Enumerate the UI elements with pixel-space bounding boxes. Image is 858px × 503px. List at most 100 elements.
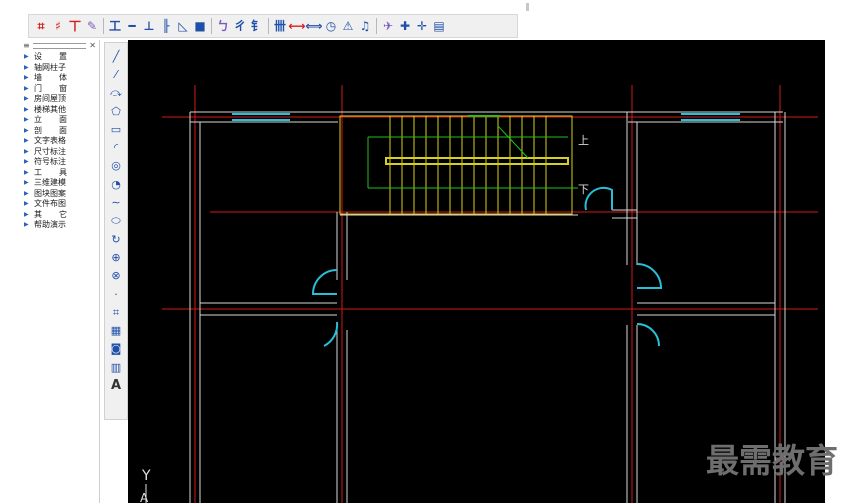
polyline-icon[interactable]: ⁄ bbox=[107, 65, 125, 83]
elevation-icon[interactable]: ㄅ bbox=[215, 17, 231, 35]
sidebar-item[interactable]: ▶ 图块图案 bbox=[20, 189, 99, 200]
sidebar-item[interactable]: ▶ 楼梯其他 bbox=[20, 105, 99, 116]
stair-icon[interactable]: ◺ bbox=[175, 17, 191, 35]
line-wall-icon[interactable]: ━ bbox=[124, 17, 140, 35]
close-icon[interactable]: ✕ bbox=[89, 42, 96, 50]
dim-icon[interactable]: 卌 bbox=[272, 17, 288, 35]
sidebar-item[interactable]: ▶ 文件布图 bbox=[20, 199, 99, 210]
sidebar-item[interactable]: ▶ 房间屋顶 bbox=[20, 94, 99, 105]
sidebar-item[interactable]: ▶ 三维建模 bbox=[20, 178, 99, 189]
drawing-canvas[interactable]: 上下 YA bbox=[128, 40, 825, 503]
dim-angle-icon[interactable]: ◷ bbox=[323, 17, 339, 35]
cloud-icon[interactable]: ◔ bbox=[107, 175, 125, 193]
make-block-icon[interactable]: ⊗ bbox=[107, 267, 125, 285]
rectangle-icon[interactable]: ▭ bbox=[107, 120, 125, 138]
sidebar-item[interactable]: ▶ 剖面 bbox=[20, 126, 99, 137]
sidebar-item-label: 工具 bbox=[34, 167, 84, 177]
sidebar-item[interactable]: ▶ 符号标注 bbox=[20, 157, 99, 168]
add-icon[interactable]: ✚ bbox=[397, 17, 413, 35]
sidebar-item[interactable]: ▶ 门窗 bbox=[20, 84, 99, 95]
sidebar-item-label: 剖面 bbox=[34, 125, 84, 135]
edit-icon[interactable]: ✎ bbox=[84, 17, 100, 35]
sidebar-item[interactable]: ▶ 工具 bbox=[20, 168, 99, 179]
block-icon[interactable]: ■ bbox=[192, 17, 208, 35]
door-swing bbox=[636, 323, 660, 347]
column-icon[interactable]: 丅 bbox=[67, 17, 83, 35]
side-menu: ▶ 设置 ▶ 轴网柱子 ▶ 墙体 ▶ 门窗 ▶ 房间屋顶 ▶ 楼梯其他 ▶ 立面 ▶ 剖面 ▶ 文字表格 ▶ 尺寸标注… bbox=[20, 52, 99, 231]
wall-icon[interactable]: 工 bbox=[107, 17, 123, 35]
dim-linear-icon[interactable]: ⟷ bbox=[288, 17, 305, 35]
panel-header: ≡ ✕ bbox=[20, 40, 99, 52]
sidebar-item-label: 设置 bbox=[34, 52, 84, 62]
door-icon[interactable]: ╟ bbox=[158, 17, 174, 35]
region-icon[interactable]: ◙ bbox=[107, 340, 125, 358]
watermark-text: 最需教育 bbox=[706, 441, 838, 480]
expand-arrow-icon: ▶ bbox=[24, 95, 29, 103]
sidebar-item[interactable]: ▶ 立面 bbox=[20, 115, 99, 126]
revision-icon[interactable]: ↻ bbox=[107, 230, 125, 248]
line-icon[interactable]: ╱ bbox=[107, 47, 125, 65]
sidebar-item[interactable]: ▶ 墙体 bbox=[20, 73, 99, 84]
panel-menu-icon[interactable]: ≡ bbox=[23, 42, 30, 50]
mtext-icon[interactable]: A bbox=[107, 376, 125, 394]
arc-icon[interactable]: ◜ bbox=[107, 138, 125, 156]
insert-block-icon[interactable]: ⊕ bbox=[107, 248, 125, 266]
symbol-icon[interactable]: ⚠ bbox=[340, 17, 356, 35]
axis-grid-icon[interactable]: ♯ bbox=[50, 17, 66, 35]
title-strip bbox=[0, 0, 858, 12]
arc-line-icon[interactable]: ⤼ bbox=[107, 84, 125, 102]
stair-up-label: 上 bbox=[578, 134, 589, 147]
gradient-icon[interactable]: ▦ bbox=[107, 321, 125, 339]
ucs-y-label: Y bbox=[141, 468, 151, 484]
expand-arrow-icon: ▶ bbox=[24, 53, 29, 61]
window-icon[interactable]: ⊥ bbox=[141, 17, 157, 35]
ucs-x-label: A bbox=[140, 491, 149, 503]
sidebar-item-label: 楼梯其他 bbox=[34, 104, 66, 114]
sidebar-item-label: 轴网柱子 bbox=[34, 62, 66, 72]
expand-arrow-icon: ▶ bbox=[24, 168, 29, 176]
sidebar-item[interactable]: ▶ 其它 bbox=[20, 210, 99, 221]
sidebar-item[interactable]: ▶ 帮助演示 bbox=[20, 220, 99, 231]
spline-icon[interactable]: ∼ bbox=[107, 193, 125, 211]
top-toolbar: ⌗ ♯ 丅 ✎ 工 ━ ⊥ ╟ ◺ ■ ㄅㄔ钅卌 ⟷ ⟺ ◷ ⚠ ♫ ✈ ✚ ✛ ▤ bbox=[28, 14, 518, 38]
panel-drag-bar[interactable] bbox=[32, 43, 87, 49]
toolbar-separator bbox=[211, 18, 212, 34]
sidebar-item[interactable]: ▶ 轴网柱子 bbox=[20, 63, 99, 74]
label-icon[interactable]: ♫ bbox=[357, 17, 373, 35]
polygon-icon[interactable]: ⬠ bbox=[107, 102, 125, 120]
ellipse-icon[interactable]: ⬭ bbox=[107, 212, 125, 230]
door-swing bbox=[584, 186, 613, 211]
stair-handrail bbox=[385, 157, 569, 165]
expand-arrow-icon: ▶ bbox=[24, 137, 29, 145]
expand-arrow-icon: ▶ bbox=[24, 158, 29, 166]
text-icon[interactable]: 钅 bbox=[249, 17, 265, 35]
tool-icon[interactable]: ✈ bbox=[380, 17, 396, 35]
door-swing bbox=[636, 263, 663, 289]
circle-icon[interactable]: ◎ bbox=[107, 157, 125, 175]
grid-icon[interactable]: ⌗ bbox=[33, 17, 49, 35]
sidebar-item-label: 其它 bbox=[34, 209, 84, 219]
splitter-grip[interactable] bbox=[526, 3, 529, 11]
expand-arrow-icon: ▶ bbox=[24, 221, 29, 229]
floor-plan-drawing: 上下 YA bbox=[140, 85, 818, 503]
sidebar-item[interactable]: ▶ 尺寸标注 bbox=[20, 147, 99, 158]
toolbar-separator bbox=[376, 18, 377, 34]
sidebar-item-label: 文字表格 bbox=[34, 136, 66, 146]
right-blank-area bbox=[825, 40, 858, 503]
expand-arrow-icon: ▶ bbox=[24, 179, 29, 187]
sidebar-item[interactable]: ▶ 文字表格 bbox=[20, 136, 99, 147]
expand-arrow-icon: ▶ bbox=[24, 126, 29, 134]
draw-toolbar: ╱ ⁄ ⤼ ⬠ ▭ ◜ ◎ ◔ ∼ ⬭ ↻ ⊕ ⊗ · ⌗ ▦ ◙ ▥ A bbox=[104, 42, 128, 420]
table-icon[interactable]: ▥ bbox=[107, 358, 125, 376]
move-icon[interactable]: ✛ bbox=[414, 17, 430, 35]
hatch-icon[interactable]: ⌗ bbox=[107, 303, 125, 321]
sidebar-item[interactable]: ▶ 设置 bbox=[20, 52, 99, 63]
section-icon[interactable]: ㄔ bbox=[232, 17, 248, 35]
door-swing bbox=[311, 269, 338, 295]
stair-down-label: 下 bbox=[578, 183, 589, 196]
door-swing bbox=[323, 321, 339, 347]
point-icon[interactable]: · bbox=[107, 285, 125, 303]
sidebar-item-label: 三维建模 bbox=[34, 178, 66, 188]
dim-chain-icon[interactable]: ⟺ bbox=[305, 17, 322, 35]
layer-icon[interactable]: ▤ bbox=[431, 17, 447, 35]
